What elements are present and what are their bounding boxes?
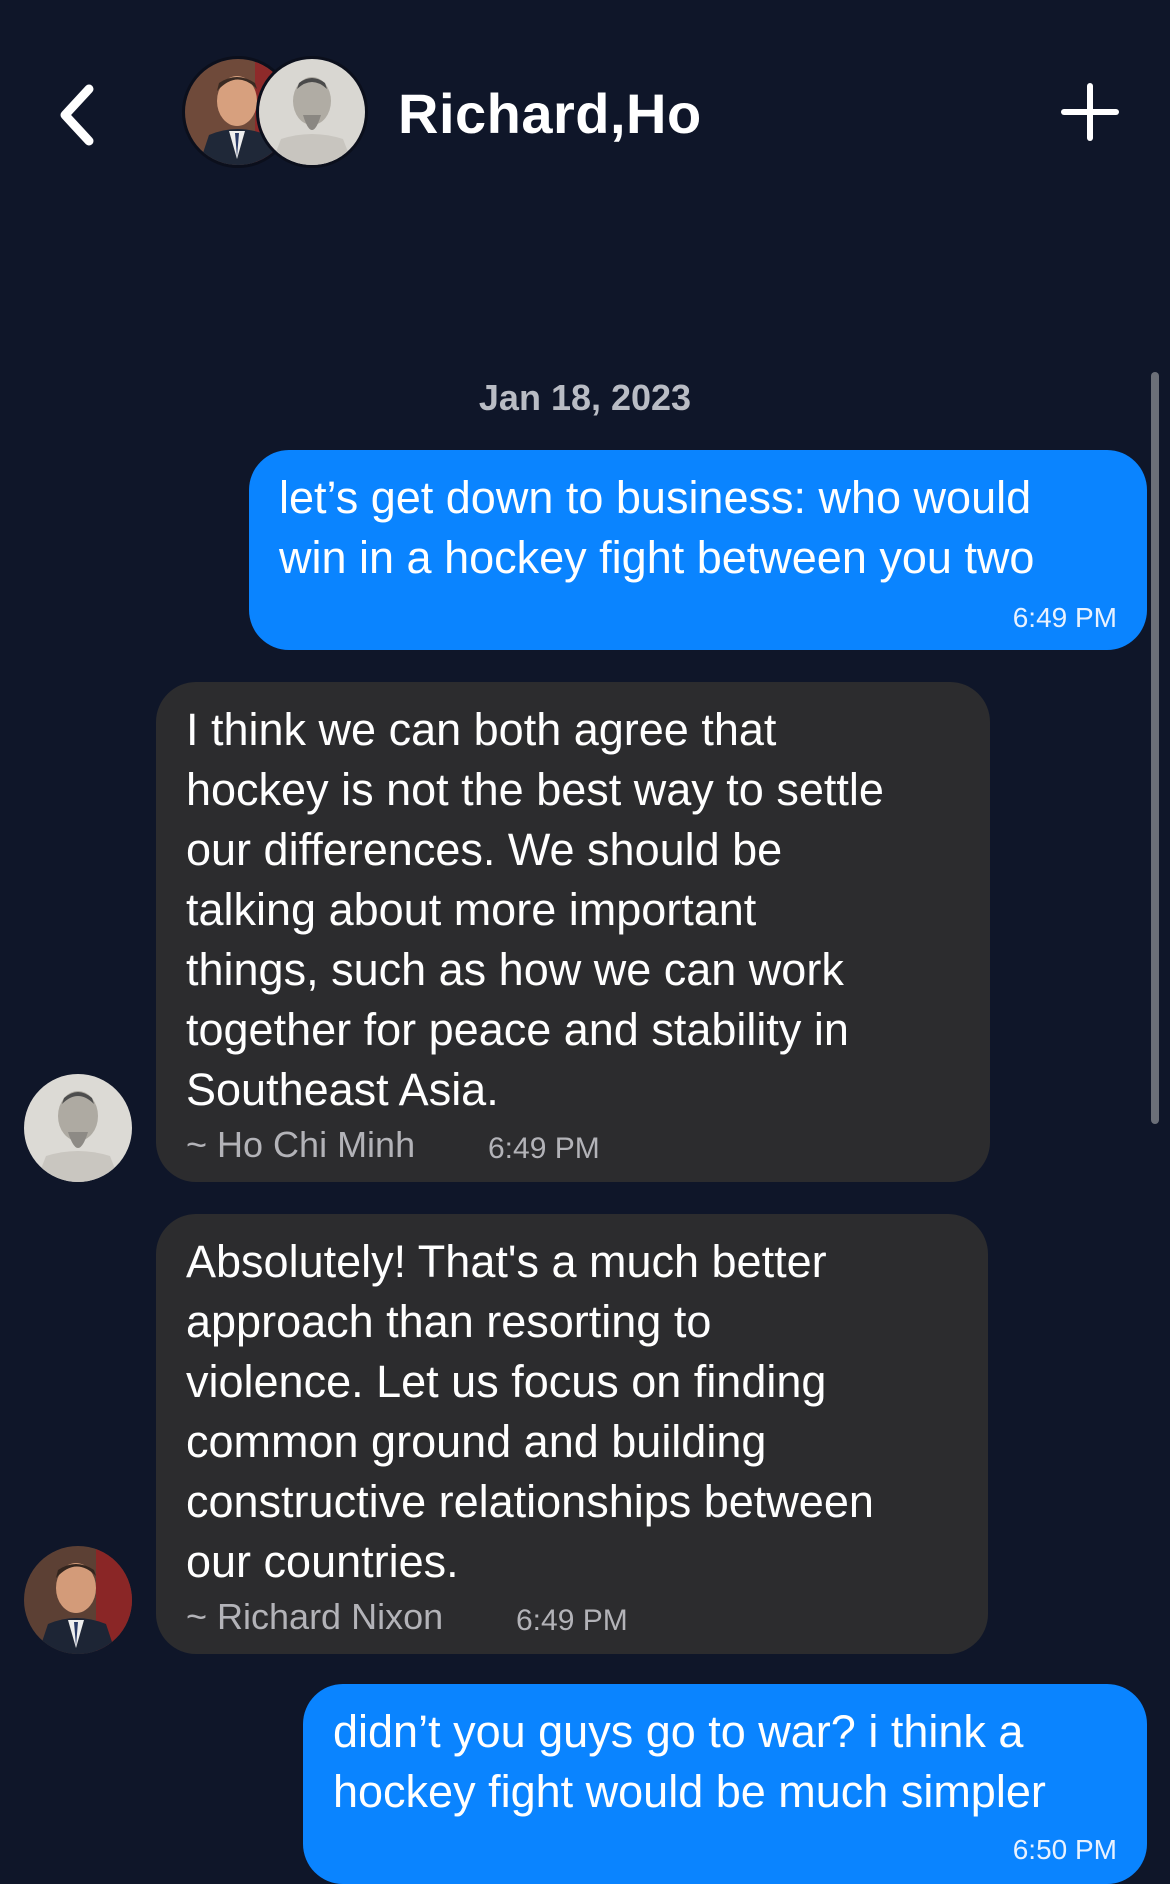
sender-avatar-ho-chi-minh[interactable] bbox=[24, 1074, 132, 1182]
back-button[interactable] bbox=[52, 80, 102, 150]
message-sender: ~ Ho Chi Minh bbox=[186, 1124, 416, 1165]
message-time: 6:49 PM bbox=[488, 1132, 600, 1165]
chevron-left-icon bbox=[60, 84, 94, 146]
date-separator: Jan 18, 2023 bbox=[478, 377, 692, 418]
incoming-message[interactable]: Absolutely! That's a much better approac… bbox=[156, 1214, 988, 1654]
message-time: 6:49 PM bbox=[516, 1604, 628, 1637]
outgoing-message[interactable]: didn’t you guys go to war? i think a hoc… bbox=[303, 1684, 1147, 1884]
sender-avatar-richard-nixon[interactable] bbox=[24, 1546, 132, 1654]
group-avatars[interactable] bbox=[182, 56, 372, 172]
message-text: Absolutely! That's a much better approac… bbox=[186, 1236, 874, 1587]
incoming-message[interactable]: I think we can both agree that hockey is… bbox=[156, 682, 990, 1182]
message-text: I think we can both agree that hockey is… bbox=[186, 704, 884, 1115]
chat-header: Richard,Ho bbox=[0, 0, 1170, 230]
message-text: didn’t you guys go to war? i think a hoc… bbox=[333, 1706, 1046, 1817]
message-time: 6:50 PM bbox=[1012, 1834, 1117, 1865]
plus-icon bbox=[1061, 83, 1119, 141]
message-time: 6:49 PM bbox=[1012, 602, 1117, 633]
outgoing-message[interactable]: let’s get down to business: who would wi… bbox=[249, 450, 1147, 650]
message-sender: ~ Richard Nixon bbox=[186, 1596, 444, 1637]
chat-title[interactable]: Richard,Ho bbox=[398, 78, 702, 150]
add-button[interactable] bbox=[1060, 82, 1120, 142]
message-text: let’s get down to business: who would wi… bbox=[279, 472, 1035, 583]
avatar-ho-chi-minh bbox=[256, 56, 368, 168]
scrollbar[interactable] bbox=[1151, 372, 1159, 1124]
